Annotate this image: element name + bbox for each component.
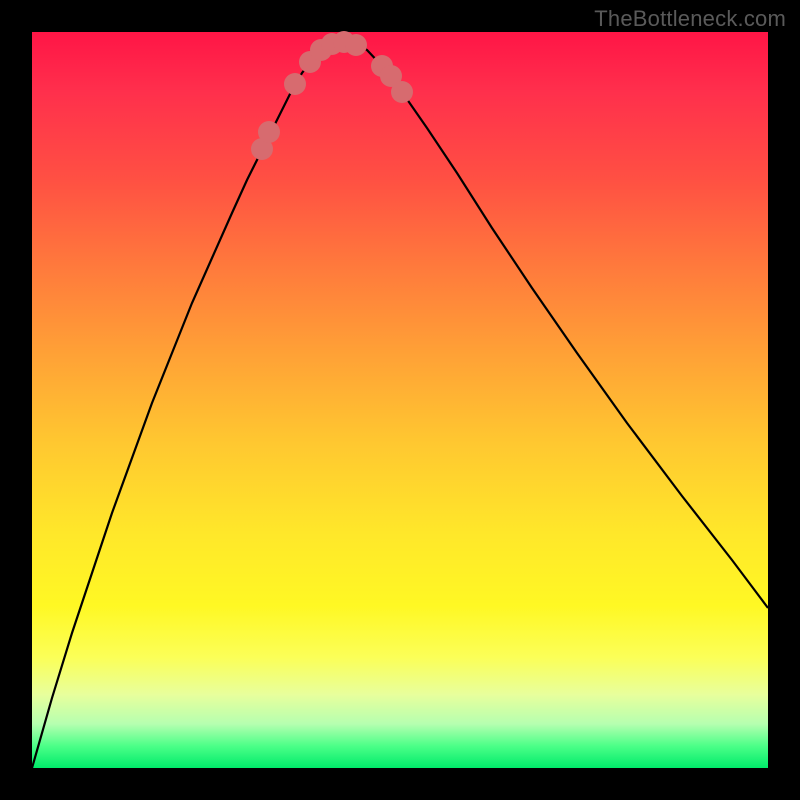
marker-dot bbox=[284, 73, 306, 95]
curve-svg bbox=[32, 32, 768, 768]
marker-group bbox=[251, 31, 413, 160]
bottleneck-curve-path bbox=[32, 41, 768, 768]
chart-frame: TheBottleneck.com bbox=[0, 0, 800, 800]
plot-area bbox=[32, 32, 768, 768]
marker-dot bbox=[258, 121, 280, 143]
marker-dot bbox=[345, 34, 367, 56]
marker-dot bbox=[391, 81, 413, 103]
watermark-text: TheBottleneck.com bbox=[594, 6, 786, 32]
